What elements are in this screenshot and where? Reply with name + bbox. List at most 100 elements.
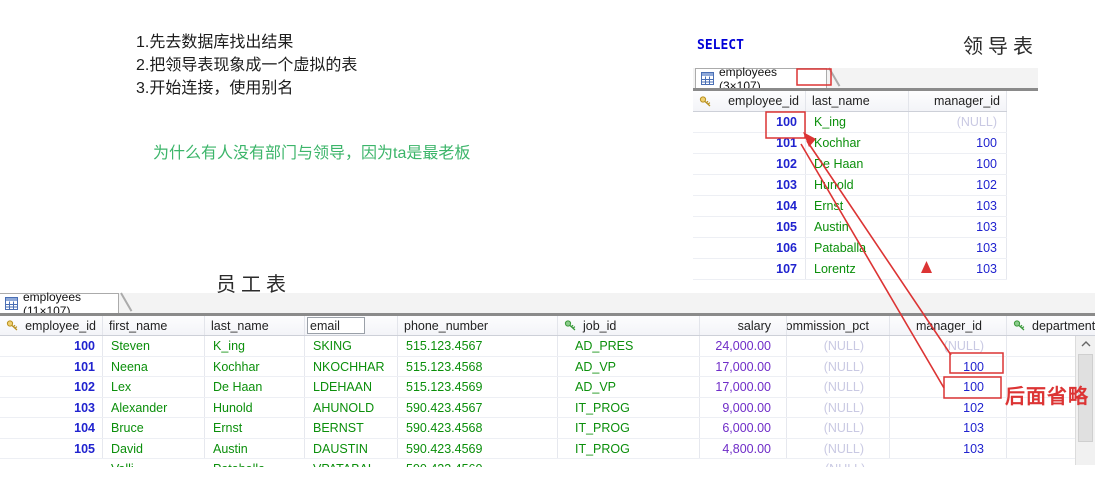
scroll-up-button[interactable] (1076, 336, 1095, 352)
cell-first-name[interactable]: Steven (103, 336, 205, 356)
cell-manager-id[interactable]: 103 (909, 259, 1007, 279)
cell-job-id[interactable]: AD_PRES (558, 336, 700, 356)
cell-salary[interactable]: 17,000.00 (700, 377, 787, 397)
column-header-salary[interactable]: salary (700, 316, 787, 335)
cell-employee-id[interactable]: 102 (0, 377, 103, 397)
cell-manager-id[interactable]: 103 (890, 418, 1007, 438)
table-row[interactable]: 102 De Haan 100 (693, 154, 1007, 175)
cell-employee-id[interactable]: 103 (0, 398, 103, 418)
cell-job-id[interactable]: IT_PROG (558, 398, 700, 418)
cell-commission-pct[interactable]: (NULL) (787, 439, 890, 459)
cell-first-name[interactable]: David (103, 439, 205, 459)
cell-employee-id[interactable]: 101 (0, 357, 103, 377)
cell-last-name[interactable]: Pataballa (806, 238, 909, 258)
cell-manager-id[interactable]: 103 (909, 217, 1007, 237)
clipped-table-row[interactable]: Valli Pataballa VPATABAL 590.423.4560 (N… (0, 459, 1075, 467)
table-row[interactable]: 100 K_ing (NULL) (693, 112, 1007, 133)
column-header-employee-id[interactable]: employee_id (0, 316, 103, 335)
column-header-email[interactable]: email (305, 316, 398, 335)
column-header-commission-pct[interactable]: commission_pct (787, 316, 890, 335)
table-row[interactable]: 100 Steven K_ing SKING 515.123.4567 AD_P… (0, 336, 1095, 357)
cell-manager-id[interactable]: 102 (890, 398, 1007, 418)
column-header-first-name[interactable]: first_name (103, 316, 205, 335)
cell-phone-number[interactable]: 515.123.4568 (398, 357, 558, 377)
cell-manager-id[interactable]: 100 (909, 133, 1007, 153)
table-row[interactable]: 101 Kochhar 100 (693, 133, 1007, 154)
cell-first-name[interactable]: Alexander (103, 398, 205, 418)
table-row[interactable]: 106 Pataballa 103 (693, 238, 1007, 259)
cell-last-name[interactable]: Ernst (205, 418, 305, 438)
cell-email[interactable]: DAUSTIN (305, 439, 398, 459)
column-header-manager-id[interactable]: manager_id (909, 91, 1007, 111)
cell-job-id[interactable]: AD_VP (558, 377, 700, 397)
leader-result-tab[interactable]: employees (3×107) (695, 68, 827, 88)
column-header-department-id[interactable]: department_id (1007, 316, 1095, 335)
cell-manager-id[interactable]: (NULL) (890, 336, 1007, 356)
cell-employee-id[interactable]: 101 (693, 133, 806, 153)
table-row[interactable]: 103 Alexander Hunold AHUNOLD 590.423.456… (0, 398, 1095, 419)
column-header-job-id[interactable]: job_id (558, 316, 700, 335)
column-header-manager-id[interactable]: manager_id (890, 316, 1007, 335)
cell-salary[interactable]: 4,800.00 (700, 439, 787, 459)
cell-first-name[interactable]: Lex (103, 377, 205, 397)
cell-manager-id[interactable]: 103 (890, 439, 1007, 459)
cell-salary[interactable]: 9,000.00 (700, 398, 787, 418)
table-row[interactable]: 102 Lex De Haan LDEHAAN 515.123.4569 AD_… (0, 377, 1095, 398)
cell-commission-pct[interactable]: (NULL) (787, 377, 890, 397)
cell-manager-id[interactable]: 100 (909, 154, 1007, 174)
cell-commission-pct[interactable]: (NULL) (787, 398, 890, 418)
table-row[interactable]: 101 Neena Kochhar NKOCHHAR 515.123.4568 … (0, 357, 1095, 378)
cell-manager-id[interactable]: 102 (909, 175, 1007, 195)
cell-last-name[interactable]: Austin (806, 217, 909, 237)
column-header-phone-number[interactable]: phone_number (398, 316, 558, 335)
cell-employee-id[interactable]: 107 (693, 259, 806, 279)
cell-last-name[interactable]: Hunold (806, 175, 909, 195)
cell-employee-id[interactable]: 102 (693, 154, 806, 174)
cell-email[interactable]: NKOCHHAR (305, 357, 398, 377)
cell-last-name[interactable]: K_ing (205, 336, 305, 356)
cell-employee-id[interactable]: 104 (0, 418, 103, 438)
cell-first-name[interactable]: Bruce (103, 418, 205, 438)
cell-phone-number[interactable]: 515.123.4567 (398, 336, 558, 356)
cell-commission-pct[interactable]: (NULL) (787, 336, 890, 356)
cell-email[interactable]: BERNST (305, 418, 398, 438)
table-row[interactable]: 104 Ernst 103 (693, 196, 1007, 217)
cell-employee-id[interactable]: 104 (693, 196, 806, 216)
cell-last-name[interactable]: Kochhar (205, 357, 305, 377)
cell-phone-number[interactable]: 590.423.4569 (398, 439, 558, 459)
cell-job-id[interactable]: IT_PROG (558, 418, 700, 438)
cell-email[interactable]: AHUNOLD (305, 398, 398, 418)
cell-job-id[interactable]: IT_PROG (558, 439, 700, 459)
cell-first-name[interactable]: Neena (103, 357, 205, 377)
cell-commission-pct[interactable]: (NULL) (787, 357, 890, 377)
cell-employee-id[interactable]: 105 (693, 217, 806, 237)
employee-result-tab[interactable]: employees (11×107) (0, 293, 119, 313)
table-row[interactable]: 105 Austin 103 (693, 217, 1007, 238)
cell-manager-id[interactable]: (NULL) (909, 112, 1007, 132)
cell-last-name[interactable]: K_ing (806, 112, 909, 132)
cell-manager-id[interactable]: 100 (890, 357, 1007, 377)
cell-commission-pct[interactable]: (NULL) (787, 418, 890, 438)
cell-email[interactable]: SKING (305, 336, 398, 356)
cell-employee-id[interactable]: 100 (693, 112, 806, 132)
cell-manager-id[interactable]: 100 (890, 377, 1007, 397)
cell-job-id[interactable]: AD_VP (558, 357, 700, 377)
column-header-employee-id[interactable]: employee_id (693, 91, 806, 111)
table-row[interactable]: 105 David Austin DAUSTIN 590.423.4569 IT… (0, 439, 1095, 460)
cell-phone-number[interactable]: 515.123.4569 (398, 377, 558, 397)
cell-employee-id[interactable]: 106 (693, 238, 806, 258)
cell-last-name[interactable]: De Haan (205, 377, 305, 397)
table-row[interactable]: 104 Bruce Ernst BERNST 590.423.4568 IT_P… (0, 418, 1095, 439)
cell-salary[interactable]: 6,000.00 (700, 418, 787, 438)
column-header-last-name[interactable]: last_name (205, 316, 305, 335)
table-row[interactable]: 103 Hunold 102 (693, 175, 1007, 196)
cell-phone-number[interactable]: 590.423.4567 (398, 398, 558, 418)
cell-employee-id[interactable]: 100 (0, 336, 103, 356)
cell-employee-id[interactable]: 103 (693, 175, 806, 195)
cell-salary[interactable]: 17,000.00 (700, 357, 787, 377)
column-header-last-name[interactable]: last_name (806, 91, 909, 111)
cell-last-name[interactable]: De Haan (806, 154, 909, 174)
cell-last-name[interactable]: Austin (205, 439, 305, 459)
scrollbar-thumb[interactable] (1078, 354, 1093, 442)
cell-salary[interactable]: 24,000.00 (700, 336, 787, 356)
